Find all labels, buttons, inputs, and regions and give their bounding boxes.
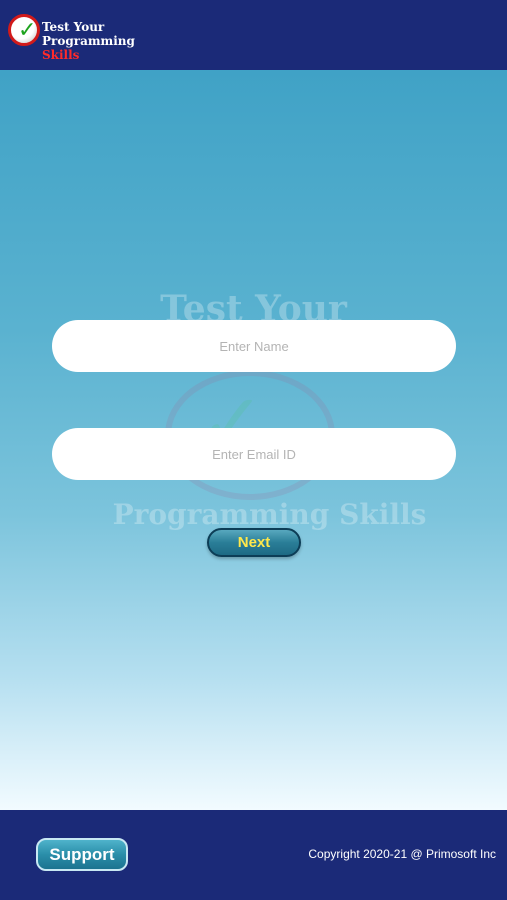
watermark-title-bottom: Programming Skills (112, 498, 427, 531)
app-footer: Support Copyright 2020-21 @ Primosoft In… (0, 810, 507, 900)
logo-programming: Programming (42, 34, 135, 48)
email-input[interactable] (52, 428, 456, 480)
logo-skills: Skills (42, 48, 80, 62)
support-button[interactable]: Support (36, 838, 128, 871)
main-content: ✓ Test Your Programming Skills Next (0, 70, 507, 810)
copyright-text: Copyright 2020-21 @ Primosoft Inc (308, 847, 496, 861)
logo-line-1: Test Your (42, 20, 105, 34)
app-header: ✓ Test Your Programming Skills (0, 0, 507, 70)
app-logo: ✓ Test Your Programming Skills (8, 10, 168, 62)
name-input[interactable] (52, 320, 456, 372)
next-button[interactable]: Next (207, 528, 301, 557)
check-mark-icon: ✓ (18, 18, 37, 43)
logo-line-2: Programming Skills (42, 34, 168, 62)
logo-text: Test Your Programming Skills (42, 20, 168, 62)
logo-badge: ✓ (8, 14, 40, 46)
